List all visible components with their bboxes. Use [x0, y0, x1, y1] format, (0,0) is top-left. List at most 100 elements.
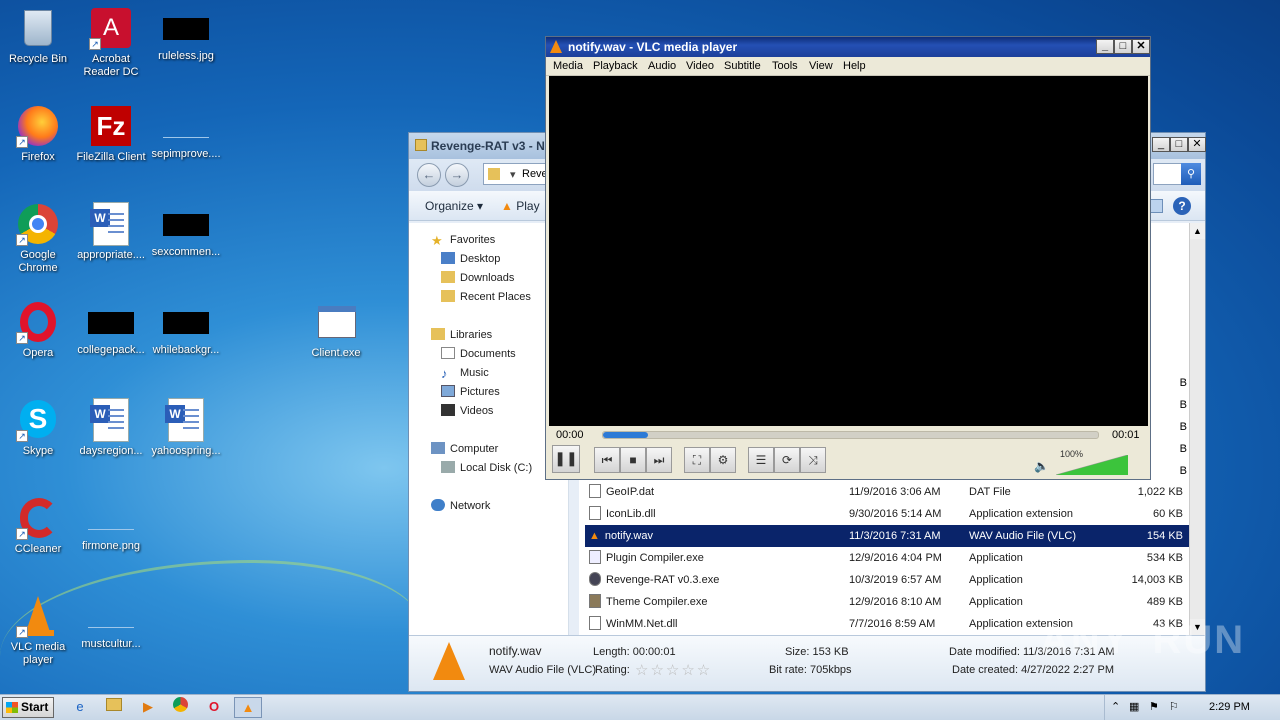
- close-button[interactable]: ✕: [1188, 137, 1206, 152]
- start-button[interactable]: Start: [2, 697, 54, 718]
- search-icon[interactable]: ⚲: [1181, 163, 1201, 185]
- back-button[interactable]: ←: [417, 163, 441, 187]
- stop-button[interactable]: ■: [620, 447, 646, 473]
- desktop-icon-opera[interactable]: ↗ Opera: [0, 300, 76, 360]
- file-row[interactable]: Plugin Compiler.exe 12/9/2016 4:04 PM Ap…: [585, 547, 1189, 569]
- show-hidden-icons-icon[interactable]: ⌃: [1111, 700, 1120, 713]
- menu-tools[interactable]: Tools: [772, 60, 798, 72]
- vlc-cone-icon: [433, 642, 465, 680]
- help-icon[interactable]: ?: [1173, 197, 1191, 215]
- video-area[interactable]: [549, 76, 1148, 426]
- desktop-icon-label: daysregion...: [79, 445, 143, 457]
- network-tray-icon[interactable]: ▦: [1129, 700, 1139, 713]
- file-modified: 11/3/2016 7:31 AM: [849, 530, 941, 542]
- next-button[interactable]: ⏭: [646, 447, 672, 473]
- nav-videos[interactable]: Videos: [441, 404, 493, 417]
- vlc-maximize-button[interactable]: □: [1114, 39, 1132, 54]
- file-row[interactable]: Revenge-RAT v0.3.exe 10/3/2019 6:57 AM A…: [585, 569, 1189, 591]
- volume-slider[interactable]: 100%: [1055, 449, 1129, 476]
- desktop-icon-whilebackgr[interactable]: whilebackgr...: [148, 300, 224, 357]
- menu-subtitle[interactable]: Subtitle: [724, 60, 761, 72]
- nav-recent-places[interactable]: Recent Places: [441, 290, 531, 303]
- menu-view[interactable]: View: [809, 60, 833, 72]
- vlc-window[interactable]: notify.wav - VLC media player _ □ ✕ Medi…: [545, 36, 1151, 480]
- vlc-close-button[interactable]: ✕: [1132, 39, 1150, 54]
- menu-media[interactable]: Media: [553, 60, 583, 72]
- opera-taskbar-icon[interactable]: O: [200, 697, 228, 718]
- file-row[interactable]: GeoIP.dat 11/9/2016 3:06 AM DAT File 1,0…: [585, 481, 1189, 503]
- file-list-scrollbar[interactable]: ▲ ▼: [1189, 223, 1205, 635]
- organize-button[interactable]: Organize ▾: [425, 199, 483, 213]
- nav-pictures[interactable]: Pictures: [441, 385, 500, 398]
- menu-help[interactable]: Help: [843, 60, 866, 72]
- menu-audio[interactable]: Audio: [648, 60, 676, 72]
- playlist-button[interactable]: ☰: [748, 447, 774, 473]
- desktop-icon-mustcultur[interactable]: mustcultur...: [73, 594, 149, 651]
- desktop-icon-filezilla[interactable]: Fz FileZilla Client: [73, 104, 149, 164]
- maximize-button[interactable]: □: [1170, 137, 1188, 152]
- desktop-icon-firefox[interactable]: ↗ Firefox: [0, 104, 76, 164]
- desktop-icon-sexcommen[interactable]: sexcommen...: [148, 202, 224, 259]
- desktop-icon-acrobat[interactable]: A ↗ Acrobat Reader DC: [73, 6, 149, 79]
- previous-button[interactable]: ⏮: [594, 447, 620, 473]
- file-icon: [589, 484, 601, 498]
- nav-downloads[interactable]: Downloads: [441, 271, 514, 284]
- desktop-icon-vlc[interactable]: ↗ VLC media player: [0, 594, 76, 667]
- seek-slider[interactable]: [602, 431, 1099, 439]
- vlc-taskbar-icon[interactable]: ▲: [234, 697, 262, 718]
- desktop-icon-yahoospring[interactable]: W yahoospring...: [148, 398, 224, 458]
- nav-local-disk[interactable]: Local Disk (C:): [441, 461, 532, 474]
- nav-music[interactable]: ♪ Music: [441, 366, 489, 381]
- file-explorer-icon[interactable]: [100, 697, 128, 718]
- file-name: GeoIP.dat: [606, 486, 655, 498]
- desktop-icon-sepimprove[interactable]: sepimprove....: [148, 104, 224, 161]
- desktop-icon-label: Opera: [22, 347, 54, 359]
- file-row[interactable]: IconLib.dll 9/30/2016 5:14 AM Applicatio…: [585, 503, 1189, 525]
- vlc-titlebar[interactable]: notify.wav - VLC media player _ □ ✕: [546, 37, 1150, 57]
- action-center-icon[interactable]: ⚑: [1149, 700, 1159, 713]
- nav-favorites[interactable]: ★ Favorites: [431, 233, 495, 248]
- file-row-selected[interactable]: ▲ notify.wav 11/3/2016 7:31 AM WAV Audio …: [585, 525, 1189, 547]
- loop-button[interactable]: ⟳: [774, 447, 800, 473]
- rating-stars-icon[interactable]: ☆☆☆☆☆: [635, 661, 712, 679]
- flag-icon[interactable]: ⚐: [1169, 700, 1179, 713]
- forward-button[interactable]: →: [445, 163, 469, 187]
- speaker-icon[interactable]: 🔈: [1034, 459, 1049, 473]
- partial-size-cell: B: [1179, 399, 1187, 411]
- desktop-icon-ruleless[interactable]: ruleless.jpg: [148, 6, 224, 63]
- desktop-icon-firmone[interactable]: firmone.png: [73, 496, 149, 553]
- fullscreen-button[interactable]: ⛶: [684, 447, 710, 473]
- nav-network[interactable]: Network: [431, 499, 490, 512]
- desktop-icon-client-exe[interactable]: Client.exe: [298, 300, 374, 360]
- media-player-icon[interactable]: ▶: [134, 697, 162, 718]
- desktop-icon-collegepack[interactable]: collegepack...: [73, 300, 149, 357]
- desktop-icon-daysregion[interactable]: W daysregion...: [73, 398, 149, 458]
- play-button[interactable]: ▲ Play: [501, 199, 540, 213]
- file-modified: 7/7/2016 8:59 AM: [849, 618, 936, 630]
- extended-settings-button[interactable]: ⚙: [710, 447, 736, 473]
- desktop-icon-recycle-bin[interactable]: Recycle Bin: [0, 6, 76, 66]
- nav-documents[interactable]: Documents: [441, 347, 516, 360]
- address-text: Reve: [522, 168, 548, 180]
- menu-playback[interactable]: Playback: [593, 60, 638, 72]
- desktop-icon-chrome[interactable]: ↗ Google Chrome: [0, 202, 76, 275]
- nav-desktop[interactable]: Desktop: [441, 252, 500, 265]
- internet-explorer-icon[interactable]: e: [66, 697, 94, 718]
- preview-pane-icon[interactable]: [1149, 199, 1163, 213]
- vlc-minimize-button[interactable]: _: [1096, 39, 1114, 54]
- desktop-icon-skype[interactable]: S ↗ Skype: [0, 398, 76, 458]
- recent-places-icon: [441, 290, 455, 302]
- desktop-icon-ccleaner[interactable]: ↗ CCleaner: [0, 496, 76, 556]
- desktop-icon-appropriate[interactable]: W appropriate....: [73, 202, 149, 262]
- chrome-taskbar-icon[interactable]: [166, 697, 194, 718]
- nav-computer[interactable]: Computer: [431, 442, 498, 455]
- shuffle-button[interactable]: ⤨: [800, 447, 826, 473]
- file-row[interactable]: Theme Compiler.exe 12/9/2016 8:10 AM App…: [585, 591, 1189, 613]
- pause-button[interactable]: ❚❚: [552, 445, 580, 473]
- clock[interactable]: 2:29 PM: [1209, 701, 1250, 713]
- scroll-up-icon[interactable]: ▲: [1190, 223, 1205, 239]
- nav-libraries[interactable]: Libraries: [431, 328, 492, 341]
- menu-video[interactable]: Video: [686, 60, 714, 72]
- documents-icon: [441, 347, 455, 359]
- minimize-button[interactable]: _: [1152, 137, 1170, 152]
